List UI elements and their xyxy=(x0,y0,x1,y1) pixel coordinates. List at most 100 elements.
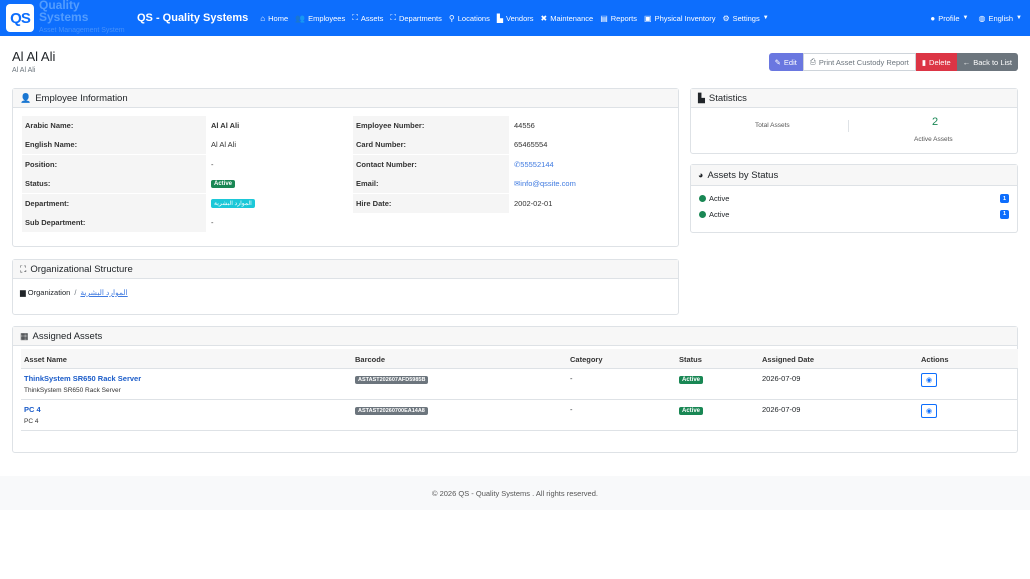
info-value: Active xyxy=(211,174,236,193)
category-value: - xyxy=(570,405,573,414)
sitemap-icon: ⛶ xyxy=(390,13,396,22)
nav-item-maintenance[interactable]: ✖ Maintenance xyxy=(541,14,594,23)
sitemap-icon: ⛶ xyxy=(20,263,27,274)
column-header-asset-name: Asset Name xyxy=(24,355,67,364)
edit-icon: ✎ xyxy=(774,57,781,67)
building-icon: ▆ xyxy=(20,288,26,297)
status-cell: Active xyxy=(679,405,704,415)
industry-icon: ▙ xyxy=(496,13,503,23)
info-value: الموارد البشرية xyxy=(211,194,255,213)
employee-info-header: 👤 Employee Information xyxy=(13,89,678,108)
breadcrumb-separator: / xyxy=(74,288,77,297)
org-dept-link[interactable]: الموارد البشرية xyxy=(80,288,127,297)
info-label: Department: xyxy=(22,193,206,213)
gears-icon: ⚙ xyxy=(722,13,730,23)
page-subtitle: Al Al Ali xyxy=(12,67,36,74)
logo-text: Quality Systems Asset Management System xyxy=(39,0,131,37)
statistics-header: ▙ Statistics xyxy=(691,89,1017,108)
table-bottom-border xyxy=(21,430,1018,431)
status-dot-icon xyxy=(699,195,706,202)
nav-right: ● Profile ▼ ◍ English ▼ xyxy=(920,0,1022,36)
info-label: Position: xyxy=(22,154,206,174)
top-navbar: QS Quality Systems Asset Management Syst… xyxy=(0,0,1030,36)
nav-item-reports[interactable]: ▤ Reports xyxy=(600,14,637,23)
table-row: PC 4 PC 4 ASTAST20260700EA14A8 - Active 2026-… xyxy=(21,399,1018,430)
column-header-assigned-date: Assigned Date xyxy=(762,355,815,364)
status-count-badge: 1 xyxy=(1000,194,1009,203)
barcode-cell: ASTAST20260700EA14A8 xyxy=(355,405,428,415)
info-label: Hire Date: xyxy=(353,193,509,213)
app-title[interactable]: QS - Quality Systems xyxy=(137,12,248,24)
email-link: info@qssite.com xyxy=(520,179,576,189)
caret-down-icon: ▼ xyxy=(962,15,969,21)
assigned-assets-header: ▦ Assigned Assets xyxy=(13,327,1017,346)
status-label: Active xyxy=(709,209,730,219)
org-root: Organization xyxy=(27,288,71,297)
barcode-badge: ASTAST20260700EA14A8 xyxy=(355,407,428,415)
asset-subtitle: ThinkSystem SR650 Rack Server xyxy=(24,387,121,394)
column-header-barcode: Barcode xyxy=(355,355,386,364)
table-head-bg xyxy=(21,349,1018,368)
nav-item-assets[interactable]: ⛶ Assets xyxy=(352,13,383,23)
nav-item-locations[interactable]: ⚲ Locations xyxy=(449,14,490,23)
arrow-left-icon: ← xyxy=(962,57,971,67)
info-value[interactable]: ✆ 55552144 xyxy=(514,155,554,174)
location-pin-icon: ⚲ xyxy=(448,13,455,23)
nav-item-departments[interactable]: ⛶ Departments xyxy=(390,13,442,23)
caret-down-icon: ▼ xyxy=(762,15,769,21)
nav-item-home[interactable]: ⌂ Home xyxy=(260,14,288,23)
barcode-badge: ASTAST202607AFD5985B xyxy=(355,376,429,384)
stat-divider xyxy=(848,120,849,132)
status-badge: Active xyxy=(679,407,704,415)
view-asset-button[interactable]: ◉ xyxy=(921,404,937,418)
sitemap-icon: ⛶ xyxy=(352,13,358,22)
assets-by-status-card: ◕ Assets by Status Active 1 Active 1 xyxy=(690,164,1018,233)
page-header: Al Al Ali Al Al Ali xyxy=(12,49,55,74)
delete-button[interactable]: ▮ Delete xyxy=(915,53,957,71)
status-dot-icon xyxy=(699,210,706,218)
barcode-cell: ASTAST202607AFD5985B xyxy=(355,374,429,384)
caret-down-icon: ▼ xyxy=(1016,15,1022,21)
chart-area-icon: ▙ xyxy=(698,92,705,103)
status-badge: Active xyxy=(211,179,236,188)
brand-name: Quality Systems xyxy=(39,0,89,24)
page-title: Al Al Ali xyxy=(12,49,56,64)
assets-by-status-header: ◕ Assets by Status xyxy=(691,165,1017,186)
asset-name-link[interactable]: PC 4 xyxy=(24,405,41,414)
info-value[interactable]: ✉ info@qssite.com xyxy=(514,174,576,193)
info-value: 65465554 xyxy=(514,140,548,150)
nav-item-vendors[interactable]: ▙ Vendors xyxy=(497,14,534,23)
language-menu[interactable]: ◍ English ▼ xyxy=(978,14,1022,23)
user-icon: 👤 xyxy=(20,92,32,103)
info-value: 2002-02-01 xyxy=(514,198,553,208)
info-value: Al Al Ali xyxy=(211,116,239,135)
info-label: Email: xyxy=(353,174,509,194)
nav-item-physical-inventory[interactable]: ▣ Physical Inventory xyxy=(644,14,715,23)
info-value: - xyxy=(211,159,214,169)
nav-item-settings[interactable]: ⚙ Settings ▼ xyxy=(722,14,768,23)
nav-menu: ⌂ Home 👥 Employees ⛶ Assets ⛶ Departments ⚲ Locat… xyxy=(260,13,775,23)
print-report-button[interactable]: ⎙ Print Asset Custody Report xyxy=(802,53,916,71)
profile-menu[interactable]: ● Profile ▼ xyxy=(930,14,968,23)
logo: QS xyxy=(6,4,34,32)
eye-icon: ◉ xyxy=(921,373,937,387)
edit-button[interactable]: ✎ Edit xyxy=(768,53,803,71)
department-badge: الموارد البشرية xyxy=(211,198,255,208)
assigned-assets-card: ▦ Assigned Assets Asset Name Barcode Catego… xyxy=(12,326,1018,453)
eye-icon: ◉ xyxy=(921,404,937,418)
print-icon: ⎙ xyxy=(809,57,816,66)
action-buttons: ✎ Edit ⎙ Print Asset Custody Report ▮ Delet… xyxy=(768,53,1018,71)
boxes-icon: ▦ xyxy=(20,330,29,341)
view-asset-button[interactable]: ◉ xyxy=(921,373,937,387)
info-value: Al Al Ali xyxy=(211,140,237,150)
trash-icon: ▮ xyxy=(921,57,927,67)
nav-item-employees[interactable]: 👥 Employees xyxy=(295,14,345,23)
back-to-list-button[interactable]: ← Back to List xyxy=(956,53,1018,71)
asset-name-link[interactable]: ThinkSystem SR650 Rack Server xyxy=(24,374,141,383)
status-count-badge: 1 xyxy=(1000,209,1009,219)
brand-tagline: Asset Management System xyxy=(39,27,125,34)
column-header-status: Status xyxy=(679,355,702,364)
footer-text: © 2026 QS - Quality Systems . All rights… xyxy=(431,488,598,498)
brand[interactable]: QS Quality Systems Asset Management Syst… xyxy=(0,0,131,36)
globe-icon: ◍ xyxy=(978,13,986,23)
